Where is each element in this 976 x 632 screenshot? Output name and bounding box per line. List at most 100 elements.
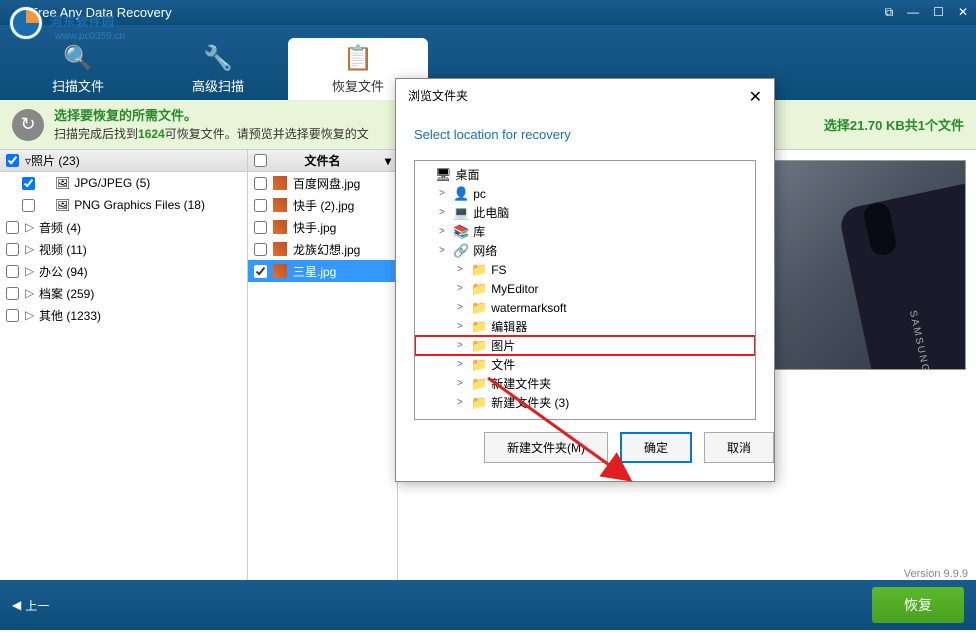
folder-label: 库 xyxy=(473,223,485,240)
file-thumb-icon xyxy=(273,198,287,212)
folder-item[interactable]: > 📁 编辑器 xyxy=(415,317,755,336)
tree-item[interactable]: ▷ 音频 (4) xyxy=(0,216,247,238)
tree-item[interactable]: ▷ 其他 (1233) xyxy=(0,304,247,326)
tree-item[interactable]: ▷ 办公 (94) xyxy=(0,260,247,282)
tree-header[interactable]: ▿ 照片 (23) xyxy=(0,150,247,172)
tree-checkbox[interactable] xyxy=(6,221,19,234)
folder-label: 新建文件夹 xyxy=(491,375,551,392)
folder-item[interactable]: 🖥 桌面 xyxy=(415,165,755,184)
folder-label: 图片 xyxy=(491,337,515,354)
folder-expand-icon[interactable]: > xyxy=(439,245,449,256)
tree-label: PNG Graphics Files (18) xyxy=(74,198,205,212)
tree-item[interactable]: 🖼 PNG Graphics Files (18) xyxy=(0,194,247,216)
minimize-icon[interactable]: — xyxy=(907,5,919,20)
tree-checkbox[interactable] xyxy=(6,265,19,278)
file-item[interactable]: 三星.jpg xyxy=(248,260,397,282)
folder-icon: 📁 xyxy=(471,357,487,373)
tree-checkbox[interactable] xyxy=(22,199,35,212)
file-header[interactable]: 文件名 ▾ xyxy=(248,150,397,172)
prev-button[interactable]: ◀ 上一 xyxy=(12,597,49,614)
tree-checkbox[interactable] xyxy=(22,177,35,190)
folder-item[interactable]: > 📁 新建文件夹 (3) xyxy=(415,393,755,412)
folder-item[interactable]: > 📁 图片 xyxy=(415,336,755,355)
file-item[interactable]: 快手.jpg xyxy=(248,216,397,238)
folder-item[interactable]: > 📁 文件 xyxy=(415,355,755,374)
expand-icon[interactable]: ▷ xyxy=(25,220,35,234)
folder-expand-icon[interactable]: > xyxy=(439,188,449,199)
file-checkbox[interactable] xyxy=(254,243,267,256)
folder-item[interactable]: > 💻 此电脑 xyxy=(415,203,755,222)
file-checkbox[interactable] xyxy=(254,199,267,212)
tree-checkbox[interactable] xyxy=(6,287,19,300)
tree-item[interactable]: 🖼 JPG/JPEG (5) xyxy=(0,172,247,194)
close-icon[interactable]: ✕ xyxy=(958,5,968,20)
file-checkbox[interactable] xyxy=(254,177,267,190)
ok-button[interactable]: 确定 xyxy=(620,432,692,463)
cancel-button[interactable]: 取消 xyxy=(704,432,774,463)
folder-expand-icon[interactable]: > xyxy=(457,302,467,313)
sort-icon[interactable]: ▾ xyxy=(385,154,391,168)
dialog-title: 浏览文件夹 xyxy=(408,87,468,107)
new-folder-button[interactable]: 新建文件夹(M) xyxy=(484,432,608,463)
dialog-instruction: Select location for recovery xyxy=(414,127,756,142)
expand-icon[interactable]: ▷ xyxy=(25,308,35,322)
folder-item[interactable]: > 📁 FS xyxy=(415,260,755,279)
folder-label: 编辑器 xyxy=(491,318,527,335)
file-item[interactable]: 龙族幻想.jpg xyxy=(248,238,397,260)
folder-item[interactable]: > 📁 watermarksoft xyxy=(415,298,755,317)
folder-item[interactable]: > 🔗 网络 xyxy=(415,241,755,260)
file-name: 快手.jpg xyxy=(293,219,336,236)
folder-expand-icon[interactable]: > xyxy=(439,226,449,237)
file-header-checkbox[interactable] xyxy=(254,154,267,167)
folder-icon: 📁 xyxy=(471,338,487,354)
folder-icon: 💻 xyxy=(453,205,469,221)
preview-image xyxy=(771,160,966,370)
tree-item[interactable]: ▷ 视频 (11) xyxy=(0,238,247,260)
tab-scan[interactable]: 🔍 扫描文件 xyxy=(8,38,148,100)
folder-icon: 📁 xyxy=(471,262,487,278)
folder-label: pc xyxy=(473,187,486,201)
file-thumb-icon xyxy=(273,242,287,256)
tree-header-checkbox[interactable] xyxy=(6,154,19,167)
folder-item[interactable]: > 👤 pc xyxy=(415,184,755,203)
tree-item[interactable]: ▷ 档案 (259) xyxy=(0,282,247,304)
folder-expand-icon[interactable]: > xyxy=(457,397,467,408)
expand-icon[interactable]: ▷ xyxy=(25,264,35,278)
folder-expand-icon[interactable]: > xyxy=(457,378,467,389)
tree-label: JPG/JPEG (5) xyxy=(74,176,150,190)
tree-checkbox[interactable] xyxy=(6,243,19,256)
folder-expand-icon[interactable]: > xyxy=(457,340,467,351)
folder-expand-icon[interactable]: > xyxy=(457,321,467,332)
folder-label: FS xyxy=(491,263,506,277)
folder-tree[interactable]: 🖥 桌面> 👤 pc> 💻 此电脑> 📚 库> 🔗 网络> 📁 FS> 📁 My… xyxy=(414,160,756,420)
folder-expand-icon[interactable]: > xyxy=(439,207,449,218)
expand-icon[interactable]: ▷ xyxy=(25,242,35,256)
folder-icon: 📁 xyxy=(471,319,487,335)
selection-summary: 选择21.70 KB共1个文件 xyxy=(824,115,964,134)
file-item[interactable]: 快手 (2).jpg xyxy=(248,194,397,216)
folder-expand-icon[interactable]: > xyxy=(457,264,467,275)
recover-icon: 📋 xyxy=(343,44,373,73)
file-thumb-icon xyxy=(273,176,287,190)
tree-label: 档案 (259) xyxy=(39,285,94,302)
file-checkbox[interactable] xyxy=(254,221,267,234)
recover-button[interactable]: 恢复 xyxy=(872,587,964,623)
folder-label: watermarksoft xyxy=(491,301,566,315)
download-icon[interactable]: ⧉ xyxy=(885,5,894,20)
folder-icon: 📁 xyxy=(471,281,487,297)
folder-expand-icon[interactable]: > xyxy=(457,283,467,294)
folder-icon: 📁 xyxy=(471,376,487,392)
folder-item[interactable]: > 📚 库 xyxy=(415,222,755,241)
folder-expand-icon[interactable]: > xyxy=(457,359,467,370)
maximize-icon[interactable]: ☐ xyxy=(933,5,944,20)
file-checkbox[interactable] xyxy=(254,265,267,278)
folder-item[interactable]: > 📁 MyEditor xyxy=(415,279,755,298)
arrow-left-icon: ◀ xyxy=(12,598,21,612)
dialog-close-icon[interactable]: ✕ xyxy=(749,87,762,107)
expand-icon[interactable]: ▷ xyxy=(25,286,35,300)
tab-advanced[interactable]: 🔧 高级扫描 xyxy=(148,38,288,100)
tree-checkbox[interactable] xyxy=(6,309,19,322)
tree-label: 视频 (11) xyxy=(39,241,87,258)
file-item[interactable]: 百度网盘.jpg xyxy=(248,172,397,194)
folder-item[interactable]: > 📁 新建文件夹 xyxy=(415,374,755,393)
